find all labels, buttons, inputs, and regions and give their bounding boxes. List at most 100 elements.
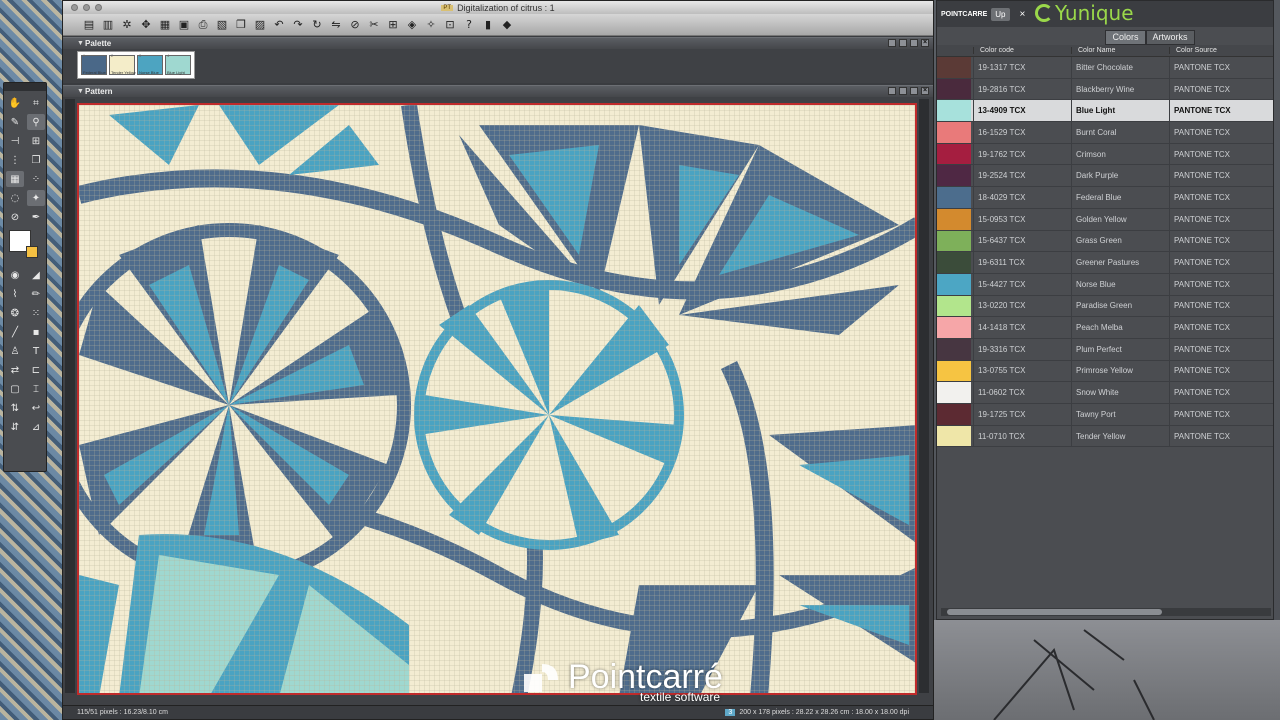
grid-icon[interactable]: ▦ — [157, 17, 173, 33]
dots-icon[interactable]: ⁘ — [27, 171, 45, 187]
open-icon[interactable]: ▥ — [100, 17, 116, 33]
pattern-canvas[interactable] — [77, 103, 917, 695]
rotate-icon[interactable]: ↩ — [27, 400, 45, 416]
color-row[interactable]: 19-1317 TCX Bitter Chocolate PANTONE TCX — [937, 57, 1273, 79]
print-icon[interactable]: ⎙ — [195, 17, 211, 33]
lasso-icon[interactable]: ◌ — [6, 190, 24, 206]
tab-colors[interactable]: Colors — [1105, 30, 1146, 45]
column-color-code[interactable]: Color code — [973, 47, 1071, 54]
background-color[interactable] — [26, 246, 38, 258]
flip-icon[interactable]: ⇵ — [6, 419, 24, 435]
color-row[interactable]: 19-1725 TCX Tawny Port PANTONE TCX — [937, 404, 1273, 426]
transform-icon[interactable]: ✧ — [423, 17, 439, 33]
swatch-norse-blue[interactable]: 3 Norse Blue — [137, 53, 163, 75]
color-row[interactable]: 18-4029 TCX Federal Blue PANTONE TCX — [937, 187, 1273, 209]
settings-icon[interactable]: ✲ — [119, 17, 135, 33]
panel-close-icon[interactable]: × — [921, 39, 929, 47]
align-icon[interactable]: ⊏ — [27, 362, 45, 378]
color-row[interactable]: 15-6437 TCX Grass Green PANTONE TCX — [937, 230, 1273, 253]
grid-view-icon[interactable]: ⊞ — [385, 17, 401, 33]
redo-icon[interactable]: ↷ — [290, 17, 306, 33]
up-button[interactable]: Up — [991, 7, 1010, 21]
color-row[interactable]: 19-2524 TCX Dark Purple PANTONE TCX — [937, 165, 1273, 188]
blur-icon[interactable]: ❂ — [6, 305, 24, 321]
panel-minimize-icon[interactable] — [899, 87, 907, 95]
collapse-arrow-icon[interactable]: ▼ — [77, 40, 84, 47]
stop-icon[interactable]: ⊘ — [347, 17, 363, 33]
repeat-icon[interactable]: ⋮ — [6, 152, 24, 168]
tool-palette-header[interactable] — [4, 83, 46, 91]
close-icon[interactable]: × — [1020, 9, 1026, 20]
magic-wand-icon[interactable]: ✦ — [27, 190, 45, 206]
panel-minimize-icon[interactable] — [899, 39, 907, 47]
color-row[interactable]: 16-1529 TCX Burnt Coral PANTONE TCX — [937, 122, 1273, 144]
eraser-icon[interactable]: ◢ — [27, 267, 45, 283]
grid-icon[interactable]: ⊞ — [27, 133, 45, 149]
color-row[interactable]: 11-0602 TCX Snow White PANTONE TCX — [937, 382, 1273, 404]
save-icon[interactable]: ▣ — [176, 17, 192, 33]
grid-toggle-icon[interactable]: ▦ — [6, 171, 24, 187]
copy-icon[interactable]: ❐ — [27, 152, 45, 168]
tab-artworks[interactable]: Artworks — [1145, 30, 1195, 45]
scrollbar-thumb[interactable] — [947, 609, 1162, 615]
mirror-icon[interactable]: ⇄ — [6, 362, 24, 378]
panel-maximize-icon[interactable] — [910, 87, 918, 95]
color-row[interactable]: 11-0710 TCX Tender Yellow PANTONE TCX — [937, 425, 1273, 448]
column-color-source[interactable]: Color Source — [1169, 47, 1269, 54]
color-row[interactable]: 14-1418 TCX Peach Melba PANTONE TCX — [937, 317, 1273, 339]
frame-icon[interactable]: ▢ — [6, 381, 24, 397]
panel-maximize-icon[interactable] — [910, 39, 918, 47]
swatch-blue-light[interactable]: 4 Blue Light — [165, 53, 191, 75]
color-row[interactable]: 15-0953 TCX Golden Yellow PANTONE TCX — [937, 208, 1273, 231]
pen-icon[interactable]: ✒ — [27, 209, 45, 225]
column-color-name[interactable]: Color Name — [1071, 47, 1169, 54]
pattern-icon[interactable]: ⁙ — [27, 305, 45, 321]
transform-icon[interactable]: ⌶ — [27, 381, 45, 397]
copy-icon[interactable]: ❐ — [233, 17, 249, 33]
pencil-icon[interactable]: ✏ — [27, 286, 45, 302]
scale-icon[interactable]: ⊿ — [27, 419, 45, 435]
palette-icon[interactable]: ◆ — [499, 17, 515, 33]
swatch-federal-blue[interactable]: 1 Federal Blue — [81, 53, 107, 75]
mirror-icon[interactable]: ⇋ — [328, 17, 344, 33]
swatch-tender-yellow[interactable]: 2 Tender Yellow — [109, 53, 136, 75]
horizontal-scrollbar[interactable] — [941, 608, 1271, 616]
text-icon[interactable]: T — [27, 343, 45, 359]
collapse-arrow-icon[interactable]: ▼ — [77, 88, 84, 95]
scissors-icon[interactable]: ✂ — [366, 17, 382, 33]
move-icon[interactable]: ✥ — [138, 17, 154, 33]
move-icon[interactable]: ⇅ — [6, 400, 24, 416]
crop-icon[interactable]: ⌗ — [27, 95, 45, 111]
layers-icon[interactable]: ▮ — [480, 17, 496, 33]
vertical-scrollbar[interactable] — [919, 99, 929, 693]
panel-split-icon[interactable] — [888, 39, 896, 47]
stamp-icon[interactable]: ▪ — [27, 324, 45, 340]
help-icon[interactable]: ? — [461, 17, 477, 33]
color-row[interactable]: 19-3316 TCX Plum Perfect PANTONE TCX — [937, 338, 1273, 361]
fill-icon[interactable]: ◉ — [6, 267, 24, 283]
line-icon[interactable]: ⊣ — [6, 133, 24, 149]
brush-icon[interactable]: ⌇ — [6, 286, 24, 302]
zoom-icon[interactable]: ⚲ — [27, 114, 45, 130]
color-icon[interactable]: ◈ — [404, 17, 420, 33]
stamp2-icon[interactable]: ♙ — [6, 343, 24, 359]
panel-split-icon[interactable] — [888, 87, 896, 95]
panel-close-icon[interactable]: × — [921, 87, 929, 95]
undo-icon[interactable]: ↶ — [271, 17, 287, 33]
color-row[interactable]: 15-4427 TCX Norse Blue PANTONE TCX — [937, 273, 1273, 296]
color-row[interactable]: 13-4909 TCX Blue Light PANTONE TCX — [937, 100, 1273, 123]
color-chip[interactable] — [6, 228, 47, 264]
color-row[interactable]: 19-6311 TCX Greener Pastures PANTONE TCX — [937, 252, 1273, 274]
paste-icon[interactable]: ▨ — [252, 17, 268, 33]
new-icon[interactable]: ▤ — [81, 17, 97, 33]
no-entry-icon[interactable]: ⊘ — [6, 209, 24, 225]
repeat-icon[interactable]: ↻ — [309, 17, 325, 33]
color-row[interactable]: 13-0755 TCX Primrose Yellow PANTONE TCX — [937, 360, 1273, 383]
knife-icon[interactable]: ╱ — [6, 324, 24, 340]
image-icon[interactable]: ⊡ — [442, 17, 458, 33]
color-row[interactable]: 19-2816 TCX Blackberry Wine PANTONE TCX — [937, 78, 1273, 101]
hand-icon[interactable]: ✋ — [6, 95, 24, 111]
export-icon[interactable]: ▧ — [214, 17, 230, 33]
eyedropper-icon[interactable]: ✎ — [6, 114, 24, 130]
color-row[interactable]: 13-0220 TCX Paradise Green PANTONE TCX — [937, 295, 1273, 318]
